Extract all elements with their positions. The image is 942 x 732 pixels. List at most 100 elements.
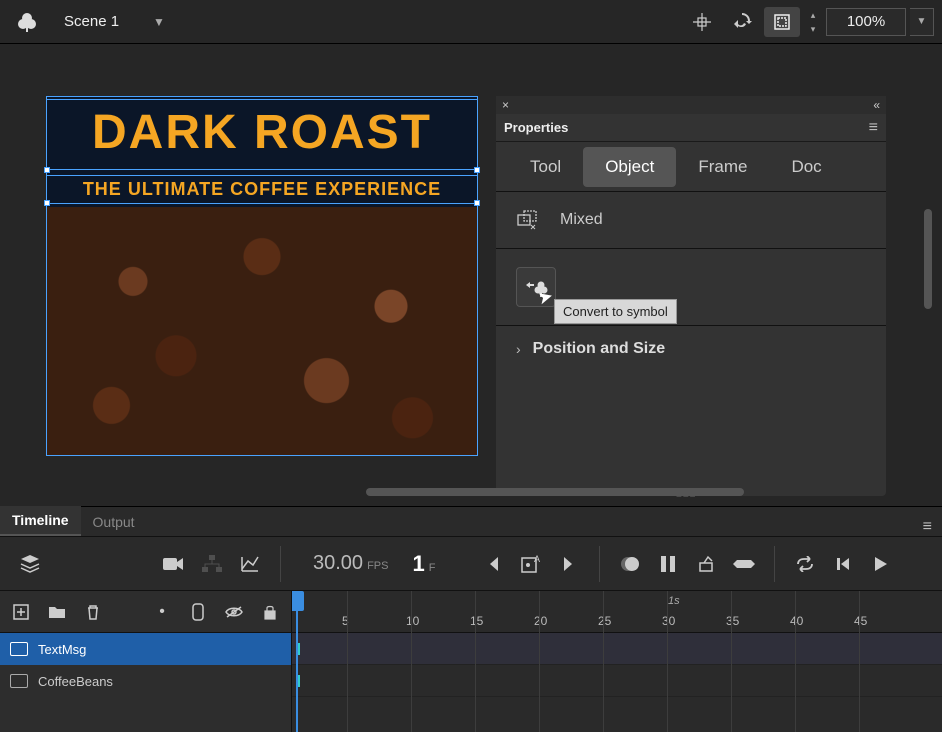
center-stage-icon[interactable] xyxy=(684,7,720,37)
zoom-steppers: ▴ ▾ xyxy=(804,8,822,36)
next-keyframe-icon[interactable] xyxy=(553,548,585,580)
playhead[interactable] xyxy=(296,591,298,732)
tab-output[interactable]: Output xyxy=(81,508,147,536)
layer-controls: • xyxy=(0,591,291,633)
step-back-icon[interactable] xyxy=(827,548,859,580)
collapse-icon[interactable]: « xyxy=(873,98,880,112)
marker-icon[interactable] xyxy=(690,548,722,580)
properties-tabs: Tool Object Frame Doc xyxy=(496,142,886,192)
ruler-second-label: 1s xyxy=(668,595,680,607)
timeline-tabs: Timeline Output ≡ xyxy=(0,507,942,537)
edit-multiple-frames-icon[interactable] xyxy=(652,548,684,580)
outline-layer-icon[interactable] xyxy=(187,601,209,623)
panel-menu-icon[interactable]: ≡ xyxy=(869,119,878,137)
fps-label: FPS xyxy=(367,560,388,572)
panel-title: Properties xyxy=(504,120,568,135)
frame-row[interactable] xyxy=(292,633,942,665)
selection-edge xyxy=(47,203,477,204)
scene-label: Scene 1 xyxy=(64,13,119,30)
selection-handle[interactable] xyxy=(44,200,50,206)
loop-icon[interactable] xyxy=(789,548,821,580)
current-frame-display[interactable]: 1 F xyxy=(412,551,435,577)
zoom-value[interactable]: 100% xyxy=(826,8,906,36)
prev-keyframe-icon[interactable] xyxy=(477,548,509,580)
timeline-panel: Timeline Output ≡ 30.00 FPS 1 F A xyxy=(0,506,942,732)
frame-span-icon[interactable] xyxy=(728,548,760,580)
new-layer-icon[interactable] xyxy=(10,601,32,623)
layer-type-icon xyxy=(10,674,28,688)
selection-handle[interactable] xyxy=(474,167,480,173)
stage-area: DARK ROAST THE ULTIMATE COFFEE EXPERIENC… xyxy=(0,44,942,506)
layer-row-textmsg[interactable]: TextMsg xyxy=(0,633,291,665)
coffee-beans-image xyxy=(47,207,477,455)
frame-label: F xyxy=(429,562,436,574)
layer-name: CoffeeBeans xyxy=(38,674,113,689)
timeline-toolbar: 30.00 FPS 1 F A xyxy=(0,537,942,591)
rotate-view-icon[interactable] xyxy=(724,7,760,37)
camera-icon[interactable] xyxy=(158,548,190,580)
ruler-tick: 30 xyxy=(662,614,675,628)
clip-content-icon[interactable] xyxy=(764,7,800,37)
onion-skin-icon[interactable] xyxy=(614,548,646,580)
tab-doc[interactable]: Doc xyxy=(769,147,843,187)
layer-type-icon xyxy=(10,642,28,656)
frame-value: 1 xyxy=(412,551,424,577)
mixed-object-icon xyxy=(516,208,540,232)
separator xyxy=(280,546,281,582)
selection-handle[interactable] xyxy=(474,200,480,206)
convert-to-symbol-button[interactable] xyxy=(516,267,556,307)
layer-row-coffeebeans[interactable]: CoffeeBeans xyxy=(0,665,291,697)
panel-title-row: Properties ≡ xyxy=(496,114,886,142)
fps-display[interactable]: 30.00 FPS xyxy=(313,552,388,575)
lock-icon[interactable] xyxy=(259,601,281,623)
layers-icon[interactable] xyxy=(14,548,46,580)
zoom-out-stepper[interactable]: ▾ xyxy=(804,22,822,36)
object-type-label: Mixed xyxy=(560,211,603,229)
visibility-icon[interactable] xyxy=(223,601,245,623)
chevron-down-icon: ▼ xyxy=(153,15,165,29)
selection-handle[interactable] xyxy=(44,167,50,173)
highlight-layer-icon[interactable]: • xyxy=(151,601,173,623)
top-toolbar: Scene 1 ▼ ▴ ▾ 100% ▼ xyxy=(0,0,942,44)
frame-ruler[interactable]: 1s 5 10 15 20 25 30 35 40 45 xyxy=(292,591,942,633)
new-folder-icon[interactable] xyxy=(46,601,68,623)
layer-panel: • TextMsg CoffeeBeans xyxy=(0,591,292,732)
vertical-scrollbar[interactable] xyxy=(924,209,932,349)
panel-header: × « xyxy=(496,96,886,114)
zoom-in-stepper[interactable]: ▴ xyxy=(804,8,822,22)
chevron-right-icon: › xyxy=(516,341,521,357)
ruler-tick: 40 xyxy=(790,614,803,628)
delete-layer-icon[interactable] xyxy=(82,601,104,623)
properties-panel: × « Properties ≡ Tool Object Frame Doc M… xyxy=(496,96,886,496)
convert-symbol-section: ➤ Convert to symbol xyxy=(496,249,886,326)
ruler-tick: 45 xyxy=(854,614,867,628)
zoom-dropdown[interactable]: ▼ xyxy=(910,8,934,36)
position-and-size-section[interactable]: › Position and Size xyxy=(496,326,886,372)
horizontal-scrollbar[interactable] xyxy=(0,488,942,498)
insert-keyframe-icon[interactable]: A xyxy=(515,548,547,580)
tooltip: Convert to symbol xyxy=(554,299,677,324)
scrollbar-thumb[interactable] xyxy=(366,488,744,496)
layer-parenting-icon[interactable] xyxy=(196,548,228,580)
scrollbar-thumb[interactable] xyxy=(924,209,932,309)
play-icon[interactable] xyxy=(865,548,897,580)
canvas-subtitle-text[interactable]: THE ULTIMATE COFFEE EXPERIENCE xyxy=(47,179,477,200)
tab-object[interactable]: Object xyxy=(583,147,676,187)
graph-icon[interactable] xyxy=(234,548,266,580)
ruler-tick: 35 xyxy=(726,614,739,628)
scene-dropdown[interactable]: Scene 1 ▼ xyxy=(64,13,165,30)
tab-timeline[interactable]: Timeline xyxy=(0,506,81,536)
separator xyxy=(599,546,600,582)
ruler-tick: 10 xyxy=(406,614,419,628)
canvas-title-text[interactable]: DARK ROAST xyxy=(47,105,477,160)
tab-frame[interactable]: Frame xyxy=(676,147,769,187)
selection-edge xyxy=(47,169,477,170)
timeline-menu-icon[interactable]: ≡ xyxy=(923,518,942,536)
tab-tool[interactable]: Tool xyxy=(508,147,583,187)
frame-row[interactable] xyxy=(292,665,942,697)
position-size-label: Position and Size xyxy=(533,340,665,358)
canvas[interactable]: DARK ROAST THE ULTIMATE COFFEE EXPERIENC… xyxy=(46,96,478,456)
close-icon[interactable]: × xyxy=(502,98,509,112)
object-type-section: Mixed xyxy=(496,192,886,249)
frames-panel[interactable]: 1s 5 10 15 20 25 30 35 40 45 xyxy=(292,591,942,732)
